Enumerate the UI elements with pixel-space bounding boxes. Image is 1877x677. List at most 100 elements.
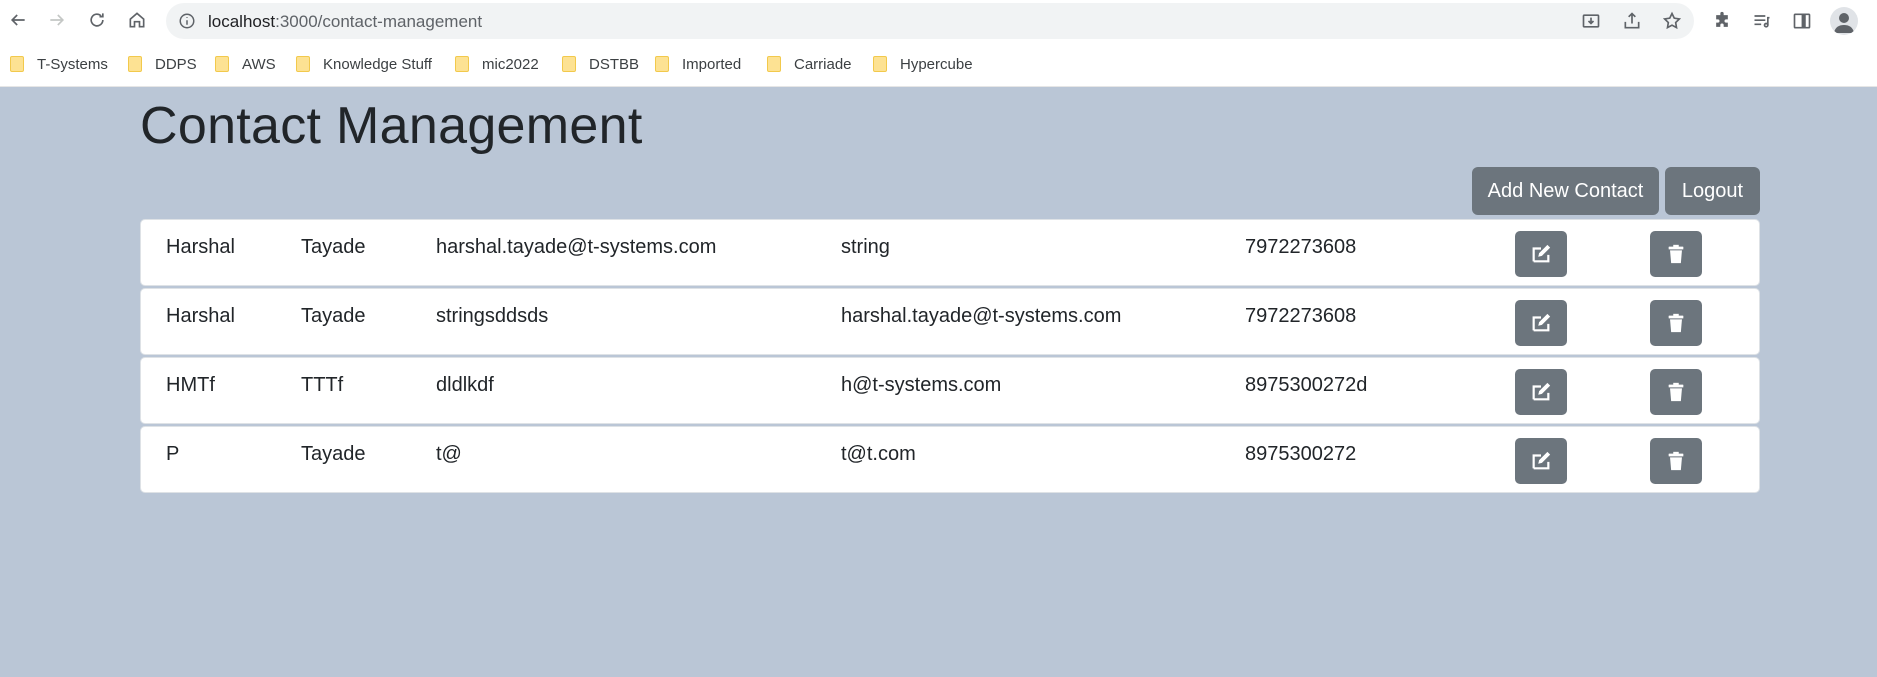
delete-contact-button[interactable]	[1650, 438, 1702, 484]
puzzle-icon	[1716, 11, 1728, 27]
contact-first-name: Harshal	[166, 305, 235, 327]
contact-field-3: harshal.tayade@t-systems.com	[436, 236, 717, 258]
bookmark-folder-t-systems[interactable]: T-Systems	[10, 53, 108, 75]
extensions-button[interactable]	[1709, 8, 1735, 34]
folder-icon	[296, 56, 310, 72]
home-button[interactable]	[122, 5, 152, 35]
playlist-icon	[1754, 15, 1770, 28]
contact-field-4: harshal.tayade@t-systems.com	[841, 305, 1122, 327]
trash-icon	[1668, 313, 1684, 333]
bookmark-star-button[interactable]	[1660, 9, 1684, 33]
folder-icon	[215, 56, 229, 72]
reload-button[interactable]	[82, 5, 112, 35]
contact-last-name: Tayade	[301, 236, 366, 258]
contact-phone: 7972273608	[1245, 305, 1357, 327]
share-icon	[1624, 12, 1640, 29]
bookmark-label: DDPS	[155, 55, 197, 73]
star-icon	[1662, 11, 1682, 30]
contact-field-4: h@t-systems.com	[841, 374, 1002, 396]
add-new-contact-button[interactable]: Add New Contact	[1472, 167, 1659, 215]
browser-toolbar: localhost:3000/contact-management	[0, 0, 1877, 42]
side-panel-icon	[1793, 13, 1811, 29]
side-panel-button[interactable]	[1789, 8, 1815, 34]
bookmark-label: DSTBB	[589, 55, 640, 73]
bookmark-label: T-Systems	[37, 55, 108, 73]
folder-icon	[767, 56, 781, 72]
folder-icon	[455, 56, 469, 72]
contact-field-3: dldlkdf	[436, 374, 494, 396]
delete-contact-button[interactable]	[1650, 300, 1702, 346]
url-text[interactable]: localhost:3000/contact-management	[208, 12, 482, 32]
contact-first-name: P	[166, 443, 180, 465]
contact-field-3: stringsddsds	[436, 305, 549, 327]
contact-list: Harshal Tayade harshal.tayade@t-systems.…	[140, 219, 1760, 495]
bookmark-label: Imported	[682, 55, 742, 73]
url-path: :3000/contact-management	[275, 12, 483, 31]
bookmarks-bar: T-Systems DDPS AWS Knowledge Stuff mic20…	[0, 42, 1877, 87]
bookmark-folder-mic2022[interactable]: mic2022	[455, 53, 539, 75]
bookmark-label: mic2022	[482, 55, 539, 73]
share-button[interactable]	[1620, 9, 1644, 33]
contact-last-name: TTTf	[301, 374, 344, 396]
contact-first-name: HMTf	[166, 374, 215, 396]
back-button[interactable]	[3, 5, 33, 35]
bookmark-folder-dstbb[interactable]: DSTBB	[562, 53, 639, 75]
contact-field-3: t@	[436, 443, 462, 465]
bookmark-label: Carriade	[794, 55, 852, 73]
home-icon	[129, 12, 145, 28]
edit-icon	[1532, 244, 1551, 263]
reload-icon	[90, 13, 104, 27]
bookmark-label: Hypercube	[900, 55, 973, 73]
contact-row: Harshal Tayade stringsddsds harshal.taya…	[140, 288, 1760, 355]
edit-contact-button[interactable]	[1515, 231, 1567, 277]
person-icon	[1834, 13, 1854, 33]
logout-button[interactable]: Logout	[1665, 167, 1760, 215]
contact-last-name: Tayade	[301, 443, 366, 465]
edit-contact-button[interactable]	[1515, 300, 1567, 346]
bookmark-folder-aws[interactable]: AWS	[215, 53, 276, 75]
bookmark-folder-carriade[interactable]: Carriade	[767, 53, 852, 75]
trash-icon	[1668, 451, 1684, 471]
profile-avatar[interactable]	[1830, 7, 1858, 35]
folder-icon	[128, 56, 142, 72]
folder-icon	[873, 56, 887, 72]
edit-contact-button[interactable]	[1515, 438, 1567, 484]
bookmark-folder-imported[interactable]: Imported	[655, 53, 741, 75]
contact-field-4: t@t.com	[841, 443, 916, 465]
contact-row: P Tayade t@ t@t.com 8975300272	[140, 426, 1760, 493]
contact-phone: 7972273608	[1245, 236, 1357, 258]
install-icon	[1582, 14, 1600, 28]
edit-icon	[1532, 451, 1551, 470]
contact-phone: 8975300272d	[1245, 374, 1368, 396]
folder-icon	[655, 56, 669, 72]
media-controls-button[interactable]	[1749, 8, 1775, 34]
forward-arrow-icon	[50, 14, 65, 26]
install-button[interactable]	[1579, 9, 1603, 33]
delete-contact-button[interactable]	[1650, 369, 1702, 415]
forward-button[interactable]	[42, 5, 72, 35]
trash-icon	[1668, 382, 1684, 402]
contact-last-name: Tayade	[301, 305, 366, 327]
folder-icon	[562, 56, 576, 72]
info-icon[interactable]	[178, 12, 196, 30]
back-arrow-icon	[10, 14, 25, 26]
bookmark-folder-knowledge-stuff[interactable]: Knowledge Stuff	[296, 53, 432, 75]
bookmark-folder-ddps[interactable]: DDPS	[128, 53, 197, 75]
contact-field-4: string	[841, 236, 890, 258]
bookmark-label: AWS	[242, 55, 276, 73]
edit-contact-button[interactable]	[1515, 369, 1567, 415]
contact-row: HMTf TTTf dldlkdf h@t-systems.com 897530…	[140, 357, 1760, 424]
edit-icon	[1532, 382, 1551, 401]
delete-contact-button[interactable]	[1650, 231, 1702, 277]
url-host: localhost	[208, 12, 276, 31]
bookmark-folder-hypercube[interactable]: Hypercube	[873, 53, 973, 75]
edit-icon	[1532, 313, 1551, 332]
address-bar[interactable]: localhost:3000/contact-management	[166, 3, 1694, 39]
trash-icon	[1668, 244, 1684, 264]
page-title: Contact Management	[140, 97, 643, 155]
contact-row: Harshal Tayade harshal.tayade@t-systems.…	[140, 219, 1760, 286]
contact-first-name: Harshal	[166, 236, 235, 258]
contact-phone: 8975300272	[1245, 443, 1357, 465]
bookmark-label: Knowledge Stuff	[323, 55, 432, 73]
folder-icon	[10, 56, 24, 72]
